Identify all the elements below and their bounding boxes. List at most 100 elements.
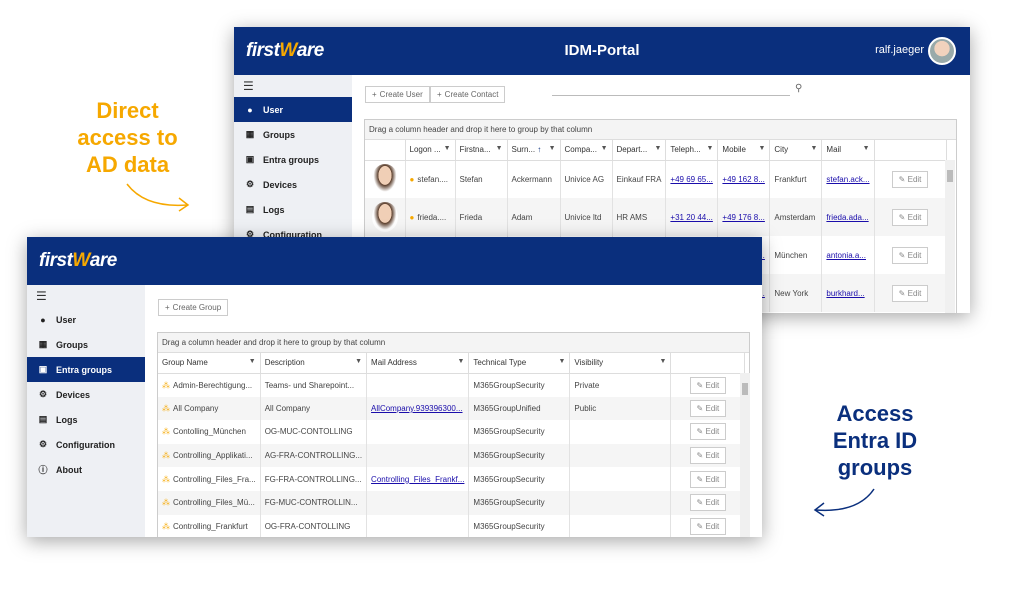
cell-link[interactable]: +31 20 44... bbox=[670, 213, 712, 222]
sidebar-item-about[interactable]: ⓘ About bbox=[27, 457, 145, 482]
filter-icon[interactable]: ▼ bbox=[457, 358, 464, 365]
filter-icon[interactable]: ▼ bbox=[758, 145, 765, 152]
edit-button[interactable]: ✎ Edit bbox=[689, 470, 727, 488]
filter-icon[interactable]: ▼ bbox=[549, 145, 556, 152]
table-row[interactable]: ⁂ Controlling_Applikati... AG-FRA-CONTROLL… bbox=[158, 443, 746, 468]
cell-link[interactable]: burkhard... bbox=[826, 289, 864, 298]
table-row[interactable]: ⁂ Admin-Berechtigung... Teams- und Sharepo… bbox=[158, 373, 746, 397]
filter-icon[interactable]: ▼ bbox=[496, 145, 503, 152]
user-name[interactable]: ralf.jaeger bbox=[875, 44, 924, 56]
sidebar-item-user[interactable]: ● User bbox=[27, 307, 145, 332]
edit-button[interactable]: ✎ Edit bbox=[689, 399, 727, 417]
edit-button[interactable]: ✎ Edit bbox=[891, 246, 929, 264]
table-row[interactable]: ⁂ All Company All Company AllCompany.939396… bbox=[158, 396, 746, 421]
filter-icon[interactable]: ▼ bbox=[601, 145, 608, 152]
column-header[interactable]: Visibility ▼ bbox=[569, 353, 672, 374]
table-row[interactable]: ⁂ Controlling_Frankfurt OG-FRA-CONTOLLING M… bbox=[158, 514, 746, 537]
table-row[interactable]: ● stefan.... Stefan Ackermann Univice AG Eink… bbox=[365, 160, 947, 198]
column-header[interactable]: Teleph... ▼ bbox=[665, 140, 719, 161]
sidebar-item-entra-groups[interactable]: ▣ Entra groups bbox=[27, 357, 145, 382]
filter-icon[interactable]: ▼ bbox=[444, 145, 451, 152]
filter-icon[interactable]: ▼ bbox=[863, 145, 870, 152]
table-row[interactable]: ⁂ Contolling_München OG-MUC-CONTOLLING M365… bbox=[158, 420, 746, 444]
search-icon[interactable]: ⚲ bbox=[795, 83, 802, 94]
scrollbar[interactable] bbox=[945, 160, 955, 313]
cell-value: Controlling_Files_Mü... bbox=[173, 498, 255, 508]
table-cell bbox=[569, 514, 672, 537]
cell-link[interactable]: stefan.ack... bbox=[826, 175, 869, 184]
sidebar-item-label: Configuration bbox=[56, 439, 115, 450]
table-cell: Teams- und Sharepoint... bbox=[260, 373, 368, 397]
menu-toggle-icon[interactable]: ☰ bbox=[27, 285, 145, 307]
cell-link[interactable]: frieda.ada... bbox=[826, 213, 868, 222]
column-header[interactable]: Description ▼ bbox=[260, 353, 368, 374]
column-header[interactable]: Mail Address ▼ bbox=[366, 353, 470, 374]
sidebar-item-configuration[interactable]: ⚙ Configuration bbox=[27, 432, 145, 457]
edit-button[interactable]: ✎ Edit bbox=[689, 423, 727, 441]
create-group-button[interactable]: + Create Group bbox=[158, 299, 229, 316]
sidebar-item-logs[interactable]: ▤ Logs bbox=[234, 197, 352, 222]
cell-value: M365GroupSecurity bbox=[473, 380, 545, 390]
edit-button[interactable]: ✎ Edit bbox=[891, 208, 929, 226]
table-row[interactable]: ⁂ Controlling_Files_Mü... FG-MUC-CONTROLLI… bbox=[158, 490, 746, 515]
filter-icon[interactable]: ▼ bbox=[659, 358, 666, 365]
sidebar-item-logs[interactable]: ▤ Logs bbox=[27, 407, 145, 432]
cell-value: M365GroupSecurity bbox=[473, 474, 545, 484]
column-header[interactable]: Depart... ▼ bbox=[612, 140, 667, 161]
filter-icon[interactable]: ▼ bbox=[558, 358, 565, 365]
cell-link[interactable]: Controlling_Files_Frankf... bbox=[371, 475, 464, 484]
cell-link[interactable]: antonia.a... bbox=[826, 251, 866, 260]
filter-icon[interactable]: ▼ bbox=[706, 145, 713, 152]
menu-toggle-icon[interactable]: ☰ bbox=[234, 75, 352, 97]
search-input[interactable] bbox=[552, 95, 790, 96]
edit-button[interactable]: ✎ Edit bbox=[689, 517, 727, 535]
column-header[interactable]: Firstna... ▼ bbox=[455, 140, 508, 161]
sidebar-item-groups[interactable]: ▦ Groups bbox=[27, 332, 145, 357]
filter-icon[interactable]: ▼ bbox=[249, 358, 256, 365]
sidebar-item-groups[interactable]: ▦ Groups bbox=[234, 122, 352, 147]
sidebar-item-label: Entra groups bbox=[56, 364, 113, 375]
cell-link[interactable]: AllCompany.939396300... bbox=[371, 404, 462, 413]
scrollbar[interactable] bbox=[740, 373, 750, 537]
edit-cell: ✎ Edit bbox=[670, 443, 746, 468]
cell-value: M365GroupUnified bbox=[473, 403, 541, 413]
edit-button[interactable]: ✎ Edit bbox=[891, 170, 929, 188]
column-header[interactable]: Group Name ▼ bbox=[158, 353, 261, 374]
avatar[interactable] bbox=[928, 37, 956, 65]
column-header[interactable] bbox=[874, 140, 947, 161]
filter-icon[interactable]: ▼ bbox=[654, 145, 661, 152]
cell-link[interactable]: +49 162 8... bbox=[722, 175, 764, 184]
column-header[interactable]: Mobile ▼ bbox=[717, 140, 771, 161]
column-header[interactable]: City ▼ bbox=[769, 140, 823, 161]
table-row[interactable]: ● frieda.... Frieda Adam Univice ltd HR AMS +3… bbox=[365, 198, 947, 236]
filter-icon[interactable]: ▼ bbox=[355, 358, 362, 365]
table-row[interactable]: ⁂ Controlling_Files_Fra... FG-FRA-CONTROLL… bbox=[158, 467, 746, 491]
sidebar-item-entra-groups[interactable]: ▣ Entra groups bbox=[234, 147, 352, 172]
column-header[interactable]: Logon ... ▼ bbox=[405, 140, 456, 161]
column-header[interactable]: Technical Type ▼ bbox=[468, 353, 571, 374]
edit-button[interactable]: ✎ Edit bbox=[689, 376, 727, 394]
sidebar-item-devices[interactable]: ⚙ Devices bbox=[27, 382, 145, 407]
sort-ascending-icon[interactable]: ↑ bbox=[535, 145, 541, 154]
entra-groups-icon: ▣ bbox=[245, 154, 255, 164]
groups-icon: ▦ bbox=[38, 339, 48, 349]
plus-icon: + bbox=[437, 90, 442, 99]
sidebar-item-devices[interactable]: ⚙ Devices bbox=[234, 172, 352, 197]
cell-link[interactable]: +49 69 65... bbox=[670, 175, 712, 184]
sidebar-item-user[interactable]: ● User bbox=[234, 97, 352, 122]
column-header[interactable]: Compa... ▼ bbox=[560, 140, 613, 161]
column-header[interactable] bbox=[365, 140, 406, 161]
table-cell: M365GroupUnified bbox=[468, 396, 571, 421]
filter-icon[interactable]: ▼ bbox=[810, 145, 817, 152]
cell-link[interactable]: +49 176 8... bbox=[722, 213, 764, 222]
table-cell: M365GroupSecurity bbox=[468, 490, 571, 515]
column-header[interactable]: Mail ▼ bbox=[821, 140, 875, 161]
create-contact-button[interactable]: + Create Contact bbox=[430, 86, 506, 103]
edit-button[interactable]: ✎ Edit bbox=[689, 494, 727, 512]
cell-value: Einkauf FRA bbox=[616, 174, 662, 184]
edit-button[interactable]: ✎ Edit bbox=[891, 284, 929, 302]
edit-button[interactable]: ✎ Edit bbox=[689, 447, 727, 465]
column-header[interactable]: Surn... ↑ ▼ bbox=[507, 140, 561, 161]
column-header[interactable] bbox=[670, 353, 746, 374]
create-user-button[interactable]: + Create User bbox=[365, 86, 430, 103]
